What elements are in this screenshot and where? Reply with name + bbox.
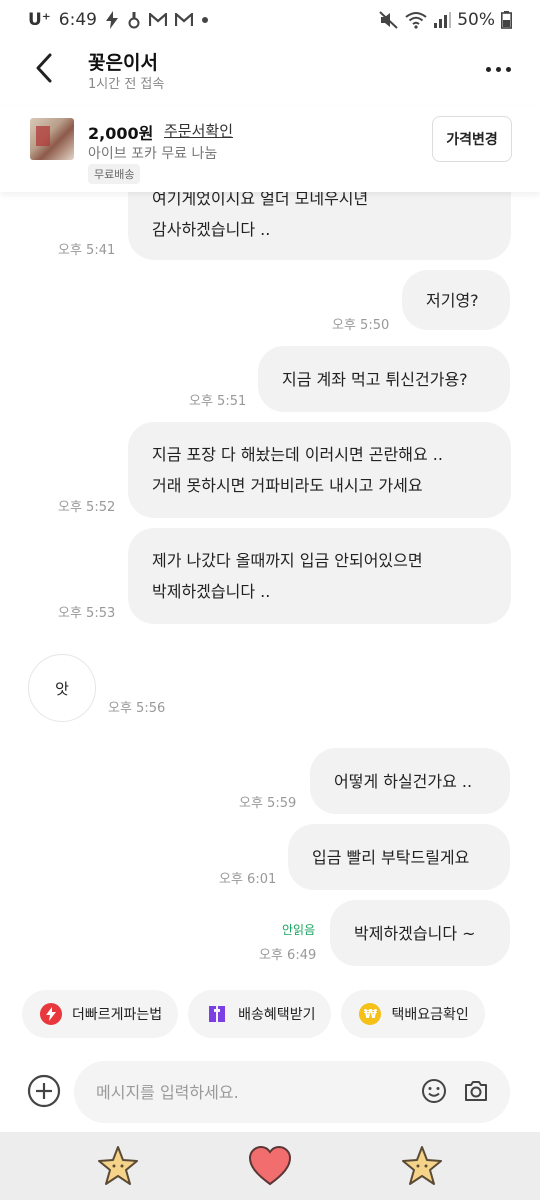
product-thumbnail[interactable] (30, 118, 74, 160)
battery-icon (501, 11, 512, 29)
gmail-icon (148, 13, 167, 27)
message-time: 오후 6:49 (259, 948, 317, 963)
change-price-button[interactable]: 가격변경 (432, 116, 512, 162)
message-time: 오후 5:59 (239, 796, 297, 811)
message-bubble-received: 지금 포장 다 해놨는데 이러시면 곤란해요 .. 거래 못하시면 거파비라도 … (128, 422, 511, 518)
message-input-row (0, 1054, 540, 1130)
star-sticker-icon[interactable] (400, 1144, 444, 1188)
carrier-label: U⁺ (28, 10, 51, 30)
message-line: 어떻게 하실건가요 .. (334, 771, 473, 791)
shipping-badge: 무료배송 (88, 164, 141, 184)
chat-partner-name: 꽃은이서 (88, 52, 158, 74)
more-dot (495, 66, 501, 72)
quick-action-label: 더빠르게파는법 (72, 1007, 163, 1023)
message-bubble-sent: 박제하겠습니다 ~ (330, 900, 510, 966)
message-avatar-bubble: 앗 (28, 654, 96, 722)
message-bubble-received: 여기게었이시요 얼더 모네우시년 감사하겠습니다 .. (128, 192, 511, 260)
quick-action-label: 배송혜택받기 (238, 1007, 316, 1023)
message-line: 여기게었이시요 얼더 모네우시년 (152, 192, 369, 208)
message-line: 지금 포장 다 해놨는데 이러시면 곤란해요 .. (152, 445, 443, 464)
sticker-bar (0, 1132, 540, 1200)
message-time: 오후 6:01 (219, 872, 277, 887)
last-seen-label: 1시간 전 접속 (88, 77, 165, 92)
message-line: 앗 (55, 679, 69, 698)
status-left: U⁺ 6:49 (28, 10, 209, 30)
quick-action-shipping-benefit[interactable]: 배송혜택받기 (188, 990, 332, 1038)
emoji-button[interactable] (420, 1077, 448, 1105)
product-name: 아이브 포카 무료 나눔 (88, 146, 218, 162)
message-line: 입금 빨리 부탁드릴게요 (312, 847, 470, 867)
battery-label: 50% (457, 10, 495, 30)
status-right: 50% (379, 10, 512, 30)
product-bar: 2,000원 주문서확인 아이브 포카 무료 나눔 무료배송 가격변경 (0, 106, 540, 192)
message-bubble-sent: 저기영? (402, 270, 510, 330)
chat-messages[interactable]: 여기게었이시요 얼더 모네우시년 감사하겠습니다 .. 오후 5:41 저기영?… (0, 192, 540, 978)
message-bubble-sent: 지금 계좌 먹고 튀신건가용? (258, 346, 510, 412)
chat-header: 꽃은이서 1시간 전 접속 (0, 40, 540, 102)
quick-action-check-fee[interactable]: ₩ 택배요금확인 (341, 990, 485, 1038)
lightning-icon (40, 1003, 62, 1025)
star-sticker-icon[interactable] (96, 1144, 140, 1188)
mute-icon (379, 11, 399, 29)
bolt-icon (105, 11, 119, 29)
more-dot (485, 66, 491, 72)
gmail-icon (174, 13, 193, 27)
message-line: 제가 나갔다 올때까지 입금 안되어있으면 (152, 551, 423, 570)
message-line: 박제하겠습니다 ~ (354, 923, 476, 943)
more-options-button[interactable] (478, 54, 518, 84)
message-line: 박제하겠습니다 .. (152, 582, 271, 601)
quick-action-label: 택배요금확인 (391, 1007, 469, 1023)
product-price: 2,000원 (88, 124, 154, 143)
hand-icon (127, 11, 141, 29)
message-bubble-sent: 어떻게 하실건가요 .. (310, 748, 510, 814)
message-bubble-received: 제가 나갔다 올때까지 입금 안되어있으면 박제하겠습니다 .. (128, 528, 511, 624)
message-time: 오후 5:52 (58, 500, 116, 515)
back-button[interactable] (22, 46, 66, 90)
won-coin-icon: ₩ (359, 1003, 382, 1025)
camera-button[interactable] (462, 1077, 490, 1105)
box-icon (206, 1003, 228, 1025)
status-bar: U⁺ 6:49 50% (0, 0, 540, 40)
plus-circle-icon (27, 1074, 61, 1108)
clock: 6:49 (58, 10, 97, 30)
back-arrow-icon (36, 53, 52, 83)
signal-icon (433, 12, 452, 28)
wifi-icon (405, 11, 427, 29)
quick-action-sell-faster[interactable]: 더빠르게파는법 (22, 990, 179, 1038)
dot-icon (201, 16, 209, 24)
message-time: 오후 5:50 (332, 318, 390, 333)
message-time: 오후 5:53 (58, 606, 116, 621)
smiley-icon (422, 1079, 446, 1103)
message-time: 오후 5:56 (108, 701, 166, 716)
message-time: 오후 5:41 (58, 243, 116, 258)
more-dot (505, 66, 511, 72)
quick-action-row: 더빠르게파는법 배송혜택받기 ₩ 택배요금확인 (0, 980, 540, 1048)
message-line: 지금 계좌 먹고 튀신건가용? (282, 369, 468, 389)
message-line: 감사하겠습니다 .. (152, 220, 271, 239)
heart-sticker-icon[interactable] (248, 1144, 292, 1188)
message-line: 저기영? (426, 290, 479, 310)
unread-label: 안읽음 (282, 923, 316, 937)
message-line: 거래 못하시면 거파비라도 내시고 가세요 (152, 476, 423, 495)
message-time: 오후 5:51 (189, 394, 247, 409)
camera-icon (465, 1081, 487, 1101)
add-attachment-button[interactable] (26, 1073, 62, 1109)
order-check-link[interactable]: 주문서확인 (164, 120, 233, 141)
message-bubble-sent: 입금 빨리 부탁드릴게요 (288, 824, 510, 890)
